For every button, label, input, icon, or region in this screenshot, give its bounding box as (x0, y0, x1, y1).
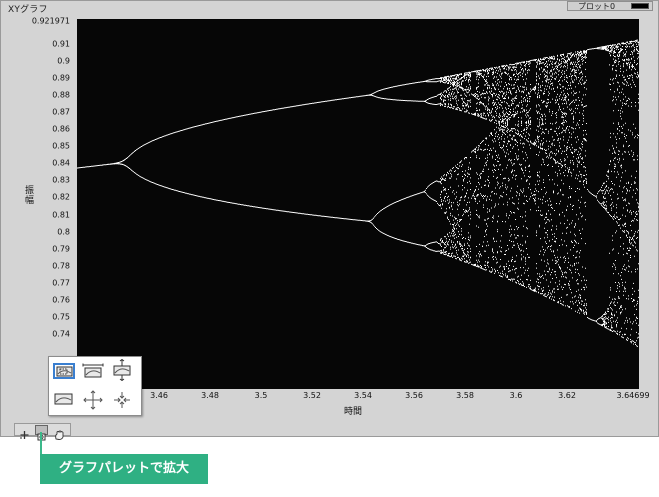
x-tick-label: 3.56 (405, 391, 423, 400)
y-tick-label: 0.81 (52, 210, 70, 219)
y-tick-label: 0.91 (52, 39, 70, 49)
plot-legend[interactable]: プロット0 (567, 1, 653, 11)
x-tick-label: 3.58 (456, 391, 474, 400)
y-tick-label: 0.79 (52, 244, 70, 254)
callout-leader-line (40, 432, 42, 454)
y-tick-label: 0.77 (52, 278, 70, 288)
bifurcation-plot (77, 39, 639, 347)
rect-zoom-icon[interactable] (53, 363, 75, 379)
x-tick-label: 3.5 (254, 391, 268, 400)
y-tick-label: 0.75 (52, 312, 70, 322)
y-tick-label: 0.8 (57, 227, 70, 237)
y-tick-label: 0.78 (52, 261, 70, 271)
y-tick-label: 0.9 (57, 56, 70, 66)
x-tick-label: 3.52 (303, 391, 321, 400)
y-zoom-icon[interactable] (111, 359, 133, 381)
y-tick-label: 0.82 (52, 192, 70, 202)
x-tick-label: 3.64699 (616, 391, 650, 400)
graph-title: XYグラフ (8, 5, 48, 15)
y-tick-label: 0.87 (52, 107, 70, 117)
x-tick-label: 3.46 (150, 391, 168, 400)
callout-label: グラフパレットで拡大 (40, 454, 208, 484)
bifurcation-points (77, 39, 639, 347)
y-tick-label: 0.85 (52, 141, 70, 151)
y-tick-label: 0.74 (52, 329, 70, 339)
y-tick-label: 0.86 (52, 124, 70, 134)
legend-label: プロット0 (578, 2, 616, 11)
plot-area[interactable] (77, 19, 639, 389)
legend-swatch (631, 3, 649, 9)
x-tick-label: 3.6 (509, 391, 523, 400)
x-tick-label: 3.54 (354, 391, 372, 400)
y-tick-label: 0.89 (52, 73, 70, 83)
x-zoom-icon[interactable] (82, 363, 104, 379)
y-tick-label: 0.83 (52, 175, 70, 185)
fit-zoom-icon[interactable] (53, 391, 75, 407)
y-tick-label: 0.84 (52, 158, 70, 168)
cursor-move-icon[interactable] (18, 425, 31, 439)
pan-hand-icon[interactable] (53, 425, 66, 440)
y-tick-label: 0.76 (52, 295, 70, 305)
zoom-in-icon[interactable] (82, 390, 104, 410)
x-axis-label: 時間 (343, 407, 363, 417)
y-tick-label: 0.921971 (31, 16, 70, 26)
y-tick-label: 0.88 (52, 90, 70, 100)
graph-toolbar (14, 423, 71, 441)
graph-palette-popup (48, 356, 142, 416)
x-tick-label: 3.62 (558, 391, 576, 400)
y-axis-label: 振幅 (25, 186, 35, 206)
x-tick-label: 3.48 (201, 391, 219, 400)
zoom-out-icon[interactable] (111, 390, 133, 410)
